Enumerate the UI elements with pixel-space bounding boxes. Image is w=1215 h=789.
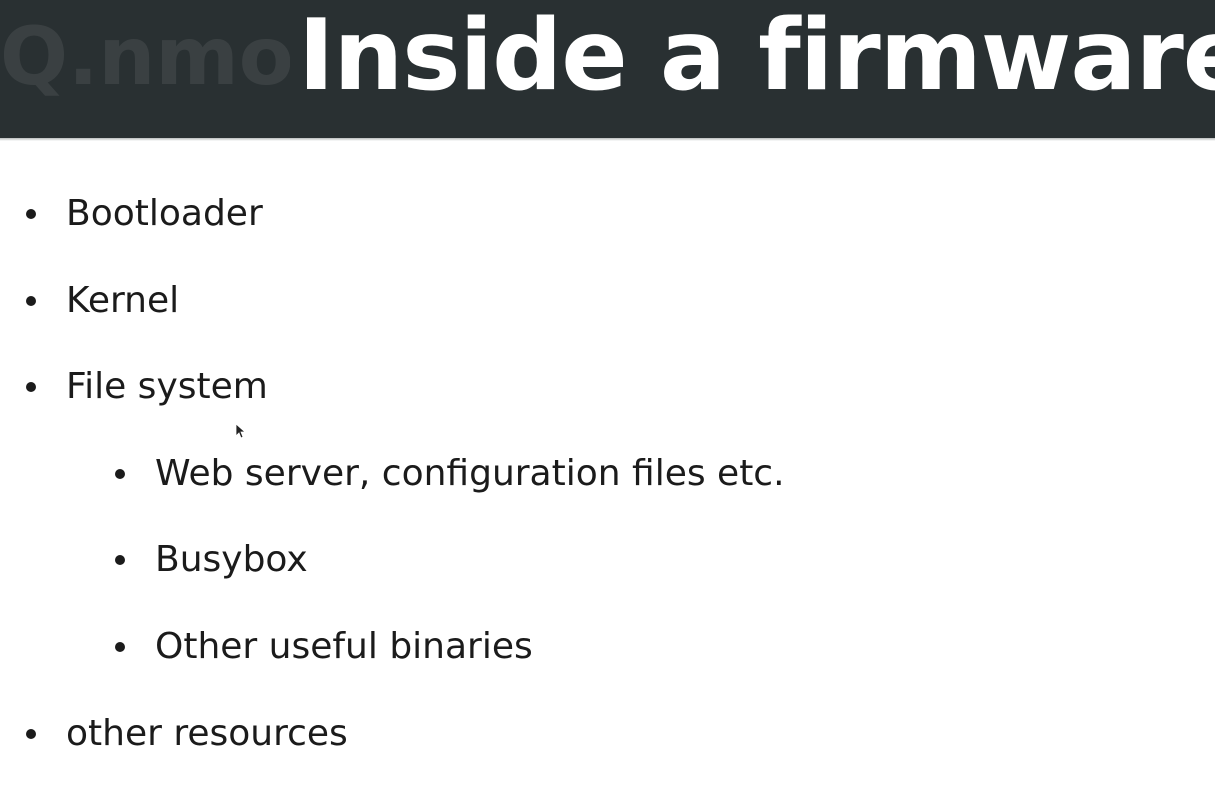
- mouse-pointer-icon: [236, 424, 246, 439]
- presentation-slide: Q.nmo S Inside a firmware Bootloader Ker…: [0, 0, 1215, 789]
- bullet-dot-icon: [26, 209, 36, 219]
- bullet-dot-icon: [26, 382, 36, 392]
- bullet-list: Bootloader Kernel File system Web server…: [0, 0, 1215, 789]
- list-item-text: Other useful binaries: [155, 626, 533, 667]
- bullet-dot-icon: [115, 642, 125, 652]
- list-item-text: Busybox: [155, 539, 308, 580]
- list-item-text: Kernel: [66, 280, 180, 321]
- list-item-text: other resources: [66, 713, 348, 754]
- list-item-text: Web server, configuration files etc.: [155, 453, 785, 494]
- bullet-dot-icon: [26, 729, 36, 739]
- list-item-text: Bootloader: [66, 193, 263, 234]
- bullet-dot-icon: [115, 469, 125, 479]
- bullet-dot-icon: [115, 555, 125, 565]
- list-item-text: File system: [66, 366, 268, 407]
- bullet-dot-icon: [26, 296, 36, 306]
